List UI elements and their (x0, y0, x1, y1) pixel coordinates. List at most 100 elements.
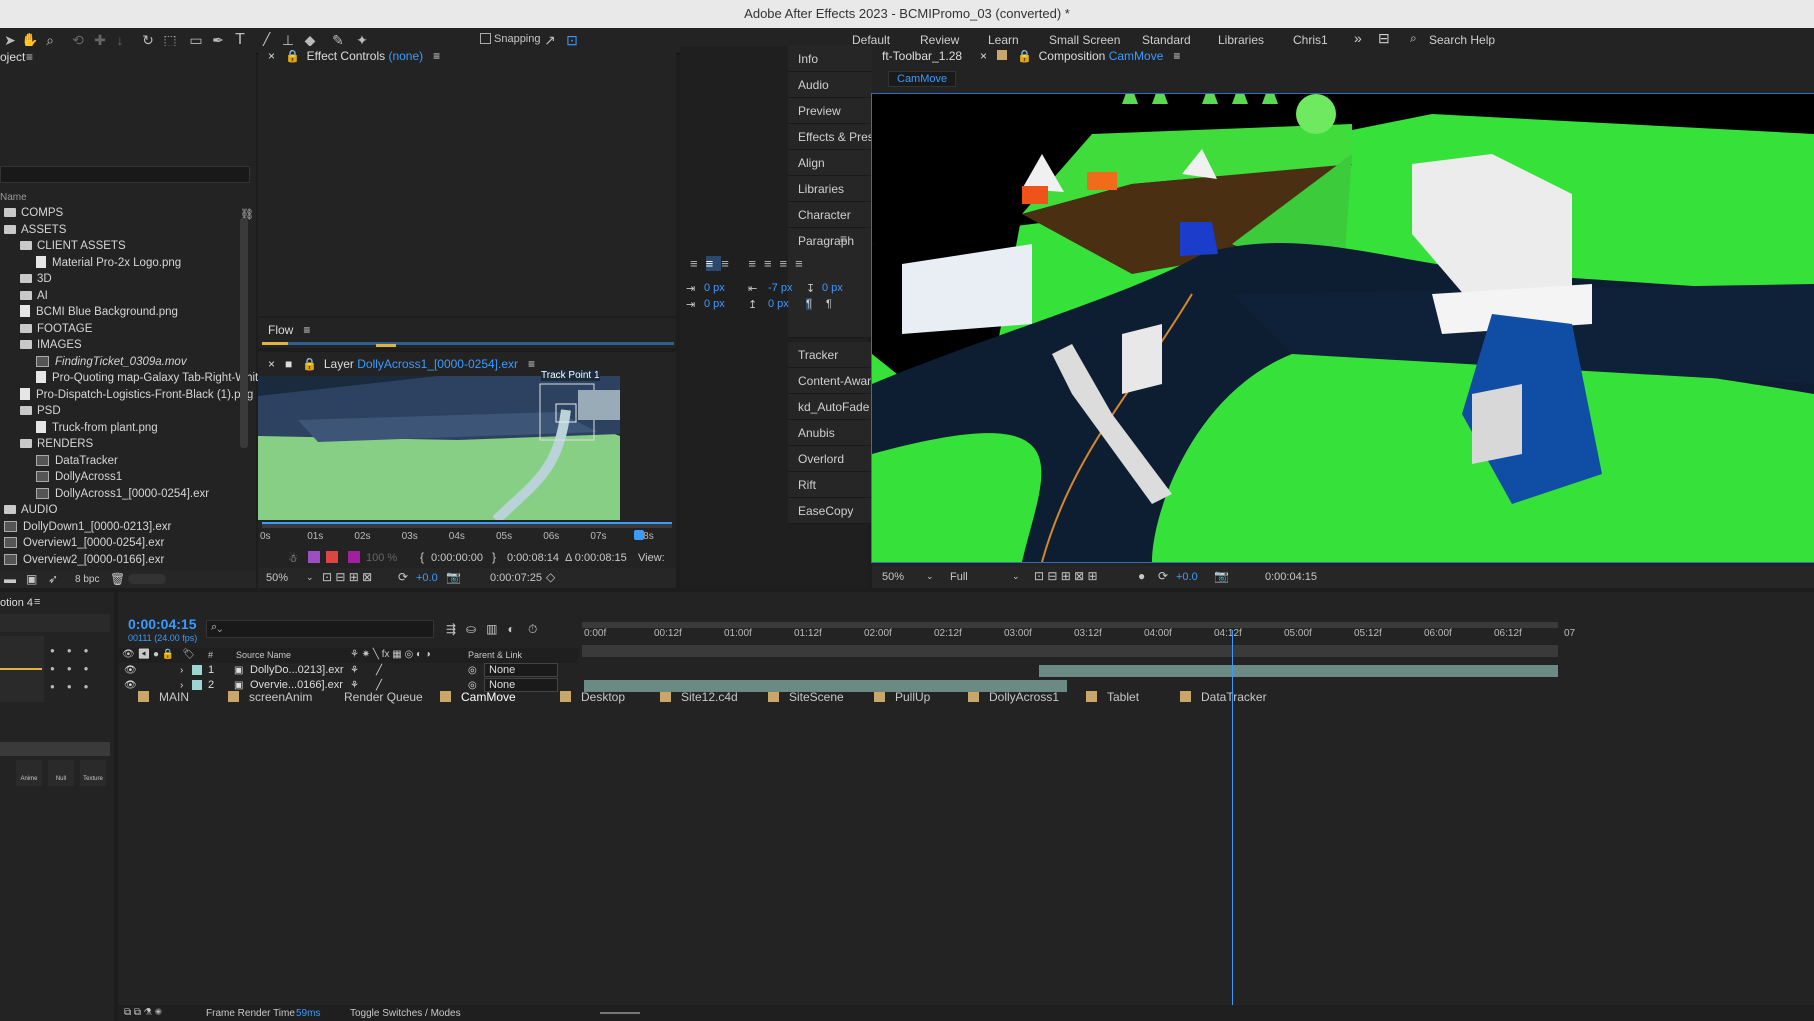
table-row[interactable]: 👁 › 2 ▣ Overvie...0166].exr ⚘ ╱ ◎ None (118, 677, 578, 694)
column-parent[interactable]: Parent & Link (468, 650, 522, 660)
trash-icon[interactable]: 🗑 (110, 572, 125, 586)
comp-view-controls-icons[interactable]: ⊡ ⊟ ⊞ ⊠ ⊞ (1034, 569, 1098, 583)
project-name-column[interactable]: Name (0, 192, 27, 203)
composition-tab[interactable]: × 🔒 Composition CamMove ≡ (974, 44, 1180, 68)
composition-viewer[interactable] (871, 93, 1814, 563)
workspace-libraries[interactable]: Libraries (1218, 33, 1264, 47)
indent-right-value[interactable]: -7 px (768, 282, 792, 294)
layer-in-time[interactable]: 0:00:00:00 (431, 552, 483, 564)
timeline-tab-tablet[interactable]: Tablet (1086, 690, 1139, 704)
workspace-layout-icon[interactable]: ⊟ (1378, 30, 1390, 47)
motion-button-bar[interactable] (0, 742, 110, 756)
comp-exposure[interactable]: +0.0 (1176, 571, 1198, 583)
project-search-input[interactable] (0, 166, 250, 183)
anchor-grid[interactable]: ●●● ●●● ●●● (50, 642, 110, 698)
timeline-search-input[interactable]: ⌕⌄ (206, 620, 434, 638)
layer-playhead[interactable] (634, 530, 644, 540)
layer-zoom-select[interactable]: 50% (266, 572, 288, 584)
composition-sub-tab[interactable]: CamMove (888, 71, 956, 87)
project-tab[interactable]: oject (0, 50, 25, 64)
project-item-label: FOOTAGE (37, 322, 93, 335)
timeline-tab-pullup[interactable]: PullUp (874, 690, 930, 704)
project-menu-icon[interactable]: ≡ (26, 50, 33, 64)
channel-icon[interactable]: ● (1138, 569, 1145, 583)
texture-button[interactable]: Texture (80, 760, 106, 786)
timeline-tab-site12-c4d[interactable]: Site12.c4d (660, 690, 738, 704)
project-item[interactable]: Material Pro-2x Logo.png (36, 254, 181, 273)
view-color-icon[interactable] (348, 551, 360, 563)
project-scrollbar[interactable] (240, 218, 248, 448)
layer-tab[interactable]: × ■ 🔒 Layer DollyAcross1_[0000-0254].exr… (262, 352, 535, 376)
timeline-tab-sitescene[interactable]: SiteScene (768, 690, 844, 704)
in-point-icon[interactable]: { (420, 550, 424, 564)
timeline-playhead[interactable] (1231, 630, 1233, 1005)
eye-icon[interactable]: 👁 (124, 677, 137, 694)
comp-snapshot-icon[interactable]: 📷 (1214, 569, 1229, 583)
thumbnail-slider[interactable] (128, 574, 166, 584)
work-area-bar[interactable] (582, 645, 1558, 657)
layer-out-time[interactable]: 0:00:08:14 (507, 552, 559, 564)
comp-exposure-reset-icon[interactable]: ⟳ (1158, 569, 1168, 583)
timeline-current-time[interactable]: 0:00:04:15 (128, 616, 197, 632)
snapshot-icon[interactable]: 📷 (446, 570, 461, 584)
pickwhip-icon[interactable]: ◎ (468, 677, 477, 694)
layer-exposure[interactable]: +0.0 (416, 572, 438, 584)
out-point-icon[interactable]: } (492, 550, 496, 564)
parent-select[interactable]: None (484, 678, 558, 692)
layer-label-color[interactable] (192, 665, 202, 675)
timeline-tools-icons[interactable]: ⇶ ⛀ ▥ ◐ ⏱ (446, 622, 537, 637)
layer-current-time[interactable]: 0:00:07:25 (490, 572, 542, 584)
motion-toolbar[interactable] (0, 614, 110, 632)
view-mask-icon[interactable] (308, 551, 320, 563)
motion-menu-icon[interactable]: ≡ (34, 596, 40, 608)
puppet-icon[interactable]: ☃ (288, 552, 298, 565)
layer-view-controls-icons[interactable]: ⊡ ⊟ ⊞ ⊠ (322, 570, 372, 584)
effect-controls-tab[interactable]: × 🔒 Effect Controls (none) ≡ (262, 44, 440, 68)
ft-toolbar-tab[interactable]: ft-Toolbar_1.28 (876, 44, 962, 68)
paragraph-align-buttons[interactable]: ≡≡≡ ≡≡≡≡ (690, 256, 811, 271)
workspace-chris1[interactable]: Chris1 (1293, 33, 1328, 47)
footer-toggle-icons[interactable]: ⧉ ⧉ ⚗ ✺ (124, 1007, 162, 1018)
more-workspaces-icon[interactable]: » (1354, 30, 1362, 46)
toggle-switches-button[interactable]: Toggle Switches / Modes (350, 1008, 461, 1019)
bit-depth-button[interactable]: 8 bpc (75, 574, 99, 585)
ltr-direction-icon[interactable]: ¶ (806, 298, 812, 310)
first-line-value[interactable]: 0 px (704, 298, 725, 310)
timeline-tab-datatracker[interactable]: DataTracker (1180, 690, 1267, 704)
quality-switch-icon[interactable]: ╱ (376, 677, 382, 694)
view-anchor-icon[interactable] (326, 551, 338, 563)
parent-select[interactable]: None (484, 663, 558, 677)
indent-left-value[interactable]: 0 px (704, 282, 725, 294)
interpret-footage-icon[interactable]: ➶ (48, 572, 58, 586)
layer-viewer[interactable] (258, 376, 620, 520)
timeline-tab-dollyacross1[interactable]: DollyAcross1 (968, 690, 1059, 704)
paragraph-menu-icon[interactable]: ≡ (840, 232, 847, 246)
snapping-checkbox[interactable] (480, 33, 491, 44)
space-after-value[interactable]: 0 px (768, 298, 789, 310)
shy-switch-icon[interactable]: ⚘ (350, 677, 359, 694)
null-button[interactable]: Null (48, 760, 74, 786)
new-folder-icon[interactable]: ▬ (4, 572, 16, 586)
timeline-zoom-slider[interactable] (600, 1012, 640, 1014)
trim-comp-icon[interactable]: ◇ (546, 570, 555, 584)
rtl-direction-icon[interactable]: ¶ (826, 298, 832, 310)
project-item[interactable]: DollyAcross1_[0000-0254].exr (36, 485, 209, 504)
comp-quality-select[interactable]: Full (950, 571, 968, 583)
space-before-value[interactable]: 0 px (822, 282, 843, 294)
layer-label-color[interactable] (192, 680, 202, 690)
exposure-reset-icon[interactable]: ⟳ (398, 570, 408, 584)
expand-chevron-icon[interactable]: › (180, 677, 183, 694)
comp-current-time[interactable]: 0:00:04:15 (1265, 571, 1317, 583)
anime-button[interactable]: Anime (16, 760, 42, 786)
timeline-ruler-tick: 07 (1564, 628, 1576, 639)
layer-source-name[interactable]: Overvie...0166].exr (250, 677, 343, 694)
project-item[interactable]: Overview2_[0000-0166].exr (4, 551, 164, 570)
comp-zoom-select[interactable]: 50% (882, 571, 904, 583)
flow-tab[interactable]: Flow ≡ (262, 318, 310, 342)
search-help-input[interactable]: Search Help (1429, 33, 1495, 47)
column-source-name[interactable]: Source Name (236, 650, 291, 660)
layer-duration-bar[interactable] (584, 680, 1067, 692)
new-comp-icon[interactable]: ▣ (26, 572, 37, 586)
layer-duration-bar[interactable] (1039, 665, 1558, 677)
motion-tab[interactable]: otion 4 (0, 597, 33, 609)
